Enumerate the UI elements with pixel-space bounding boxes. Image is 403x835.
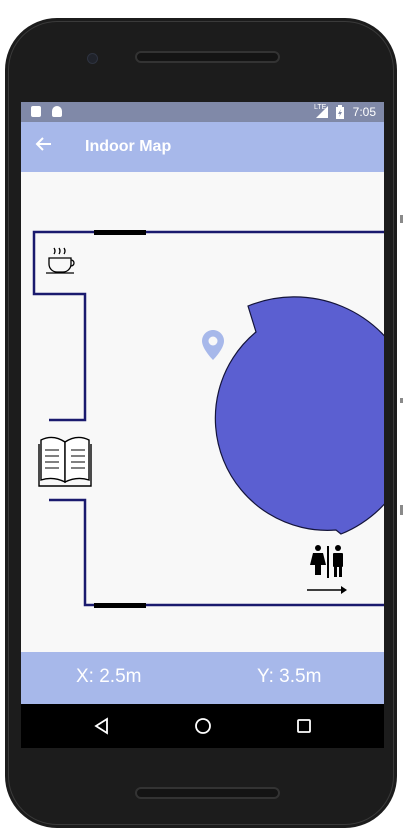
sd-card-icon	[31, 106, 41, 117]
app-bar: Indoor Map	[21, 122, 384, 172]
system-nav-bar	[21, 704, 384, 748]
top-speaker	[135, 51, 280, 63]
open-book-icon	[38, 436, 92, 487]
circle-home-icon[interactable]	[191, 714, 215, 738]
coordinates-bar: X: 2.5m Y: 3.5m	[21, 652, 384, 704]
status-bar: LTE 7:05	[21, 102, 384, 122]
indoor-map[interactable]	[21, 172, 384, 652]
arrow-left-icon[interactable]	[35, 135, 53, 153]
front-camera	[87, 53, 98, 64]
android-icon	[52, 106, 62, 117]
bottom-speaker	[135, 787, 280, 799]
door-bottom	[94, 603, 146, 608]
signal-icon	[316, 106, 328, 118]
door-top	[94, 230, 146, 235]
x-coordinate: X: 2.5m	[76, 666, 142, 687]
page-title: Indoor Map	[85, 138, 172, 155]
battery-icon	[336, 105, 344, 119]
square-recents-icon[interactable]	[292, 714, 316, 738]
device-screen: LTE 7:05 Indoor Map X: 2.5m Y: 3.5m	[21, 102, 384, 748]
triangle-back-icon[interactable]	[90, 714, 114, 738]
status-time: 7:05	[352, 105, 376, 119]
y-coordinate: Y: 3.5m	[257, 666, 322, 687]
